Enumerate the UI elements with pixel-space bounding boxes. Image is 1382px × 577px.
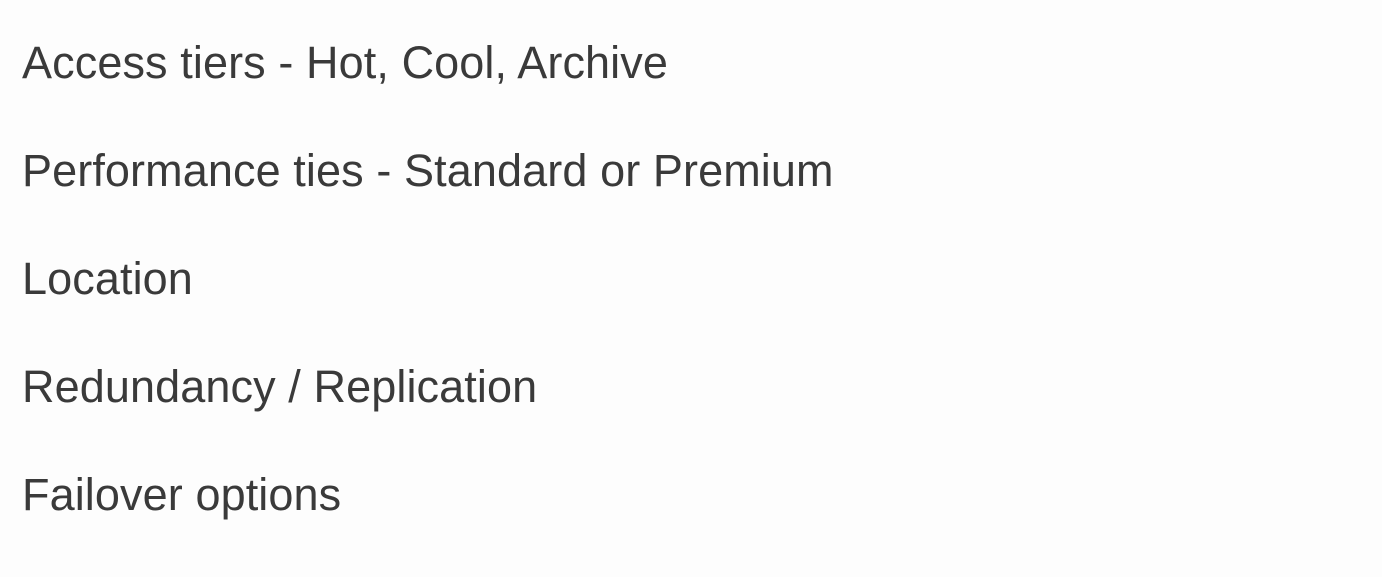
storage-options-list: Access tiers - Hot, Cool, Archive Perfor… (22, 35, 834, 575)
list-item-redundancy: Redundancy / Replication (22, 361, 538, 412)
list-item-failover: Failover options (22, 469, 342, 520)
list-item-location: Location (22, 253, 193, 304)
list-item-access-tiers: Access tiers - Hot, Cool, Archive (22, 37, 668, 88)
list-item-performance-tiers: Performance ties - Standard or Premium (22, 145, 834, 196)
